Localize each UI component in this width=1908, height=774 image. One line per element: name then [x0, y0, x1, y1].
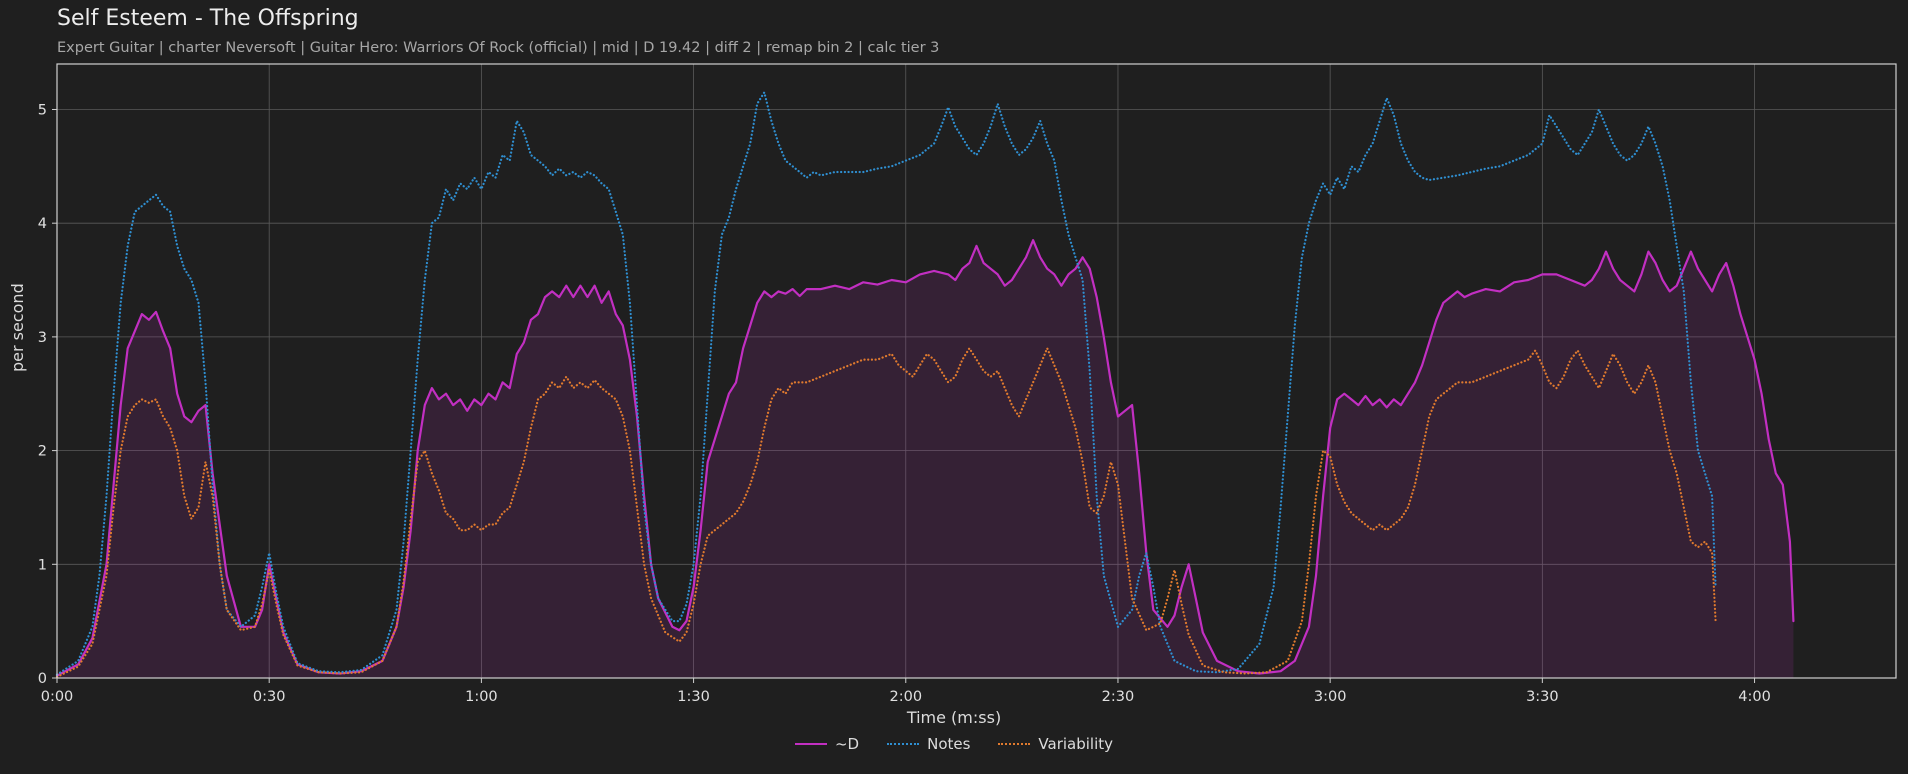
legend: ~D Notes Variability	[0, 735, 1908, 753]
legend-item: ~D	[794, 735, 860, 753]
x-tick-label: 0:30	[253, 689, 286, 705]
y-tick-label: 5	[38, 102, 47, 118]
y-tick-label: 3	[38, 330, 47, 346]
legend-swatch	[794, 743, 827, 745]
x-tick-label: 1:00	[465, 689, 498, 705]
legend-label: Variability	[1038, 735, 1114, 753]
x-tick-label: 3:30	[1526, 689, 1559, 705]
y-tick-label: 1	[38, 557, 47, 573]
legend-swatch	[887, 743, 920, 745]
x-tick-label: 4:00	[1738, 689, 1771, 705]
x-tick-label: 2:30	[1102, 689, 1135, 705]
x-tick-label: 0:00	[41, 689, 74, 705]
legend-item: Variability	[998, 735, 1113, 753]
y-tick-label: 0	[38, 671, 47, 687]
x-tick-label: 1:30	[677, 689, 710, 705]
x-tick-label: 2:00	[889, 689, 922, 705]
legend-swatch	[998, 743, 1031, 745]
y-tick-label: 4	[38, 216, 47, 232]
chart-canvas: 0:00 0:30 1:00 1:30 2:00 2:30 3:00 3:30 4:00 0 1 2 3…	[38, 63, 1897, 705]
legend-label: ~D	[834, 735, 860, 753]
x-tick-label: 3:00	[1314, 689, 1347, 705]
legend-item: Notes	[887, 735, 970, 753]
legend-label: Notes	[927, 735, 971, 753]
y-tick-label: 2	[38, 444, 47, 460]
